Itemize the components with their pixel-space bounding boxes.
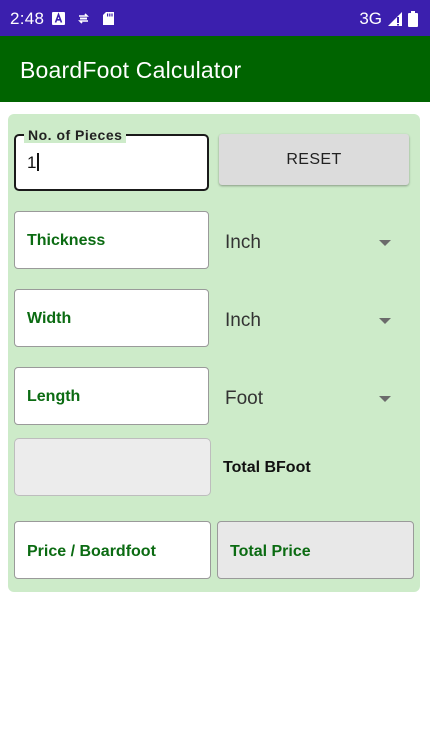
total-bfoot-output (14, 438, 211, 496)
battery-icon (408, 11, 418, 27)
signal-icon (388, 12, 402, 26)
width-unit-dropdown[interactable]: Inch (217, 310, 391, 334)
length-input[interactable]: Length (14, 367, 209, 425)
width-label: Width (27, 310, 72, 327)
length-unit-value: Foot (225, 388, 264, 409)
notification-icons (52, 12, 115, 25)
sd-card-icon (103, 12, 114, 25)
a-notification-icon (52, 12, 65, 25)
app-title: BoardFoot Calculator (20, 57, 242, 83)
thickness-unit-dropdown[interactable]: Inch (217, 232, 391, 256)
thickness-unit-value: Inch (225, 232, 261, 253)
chevron-down-icon (379, 240, 391, 246)
total-price-output: Total Price (217, 521, 414, 579)
total-bfoot-label: Total BFoot (223, 459, 311, 476)
price-per-boardfoot-input[interactable]: Price / Boardfoot (14, 521, 211, 579)
text-cursor (37, 153, 40, 171)
width-unit-value: Inch (225, 310, 261, 331)
thickness-label: Thickness (27, 232, 106, 249)
network-type: 3G (359, 9, 382, 28)
pieces-input[interactable]: No. of Pieces 1 (14, 127, 209, 191)
pieces-label: No. of Pieces (24, 127, 127, 143)
pieces-value: 1 (27, 153, 37, 172)
status-right-group: 3G (359, 9, 418, 29)
total-price-label: Total Price (230, 543, 311, 560)
price-per-boardfoot-label: Price / Boardfoot (27, 543, 156, 560)
status-time: 2:48 (10, 9, 45, 28)
length-label: Length (27, 388, 81, 405)
length-unit-dropdown[interactable]: Foot (217, 388, 391, 412)
thickness-input[interactable]: Thickness (14, 211, 209, 269)
width-input[interactable]: Width (14, 289, 209, 347)
app-bar: BoardFoot Calculator (0, 36, 430, 102)
sync-icon (78, 13, 89, 24)
chevron-down-icon (379, 318, 391, 324)
chevron-down-icon (379, 396, 391, 402)
status-bar: 2:48 3G (0, 0, 430, 36)
calculator-panel: No. of Pieces 1 RESET Thickness Inch Wid… (8, 114, 420, 592)
reset-button[interactable]: RESET (219, 134, 409, 185)
